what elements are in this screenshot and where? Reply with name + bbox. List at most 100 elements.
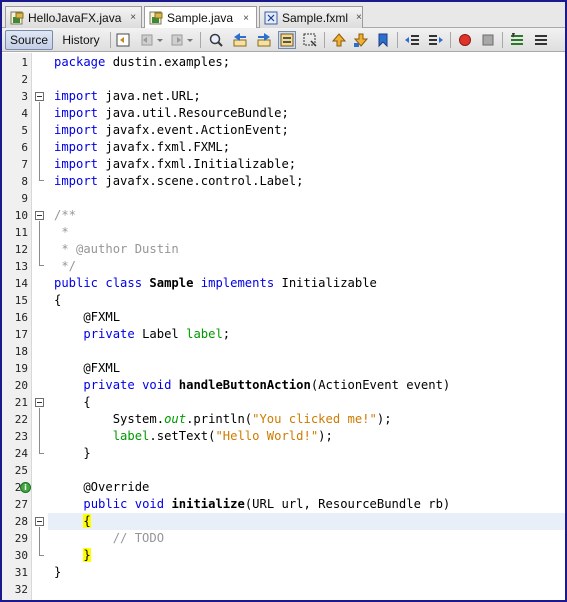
code-line: private Label label;	[54, 326, 230, 343]
code-token: javafx.fxml.FXML;	[98, 140, 231, 154]
code-token: /**	[54, 208, 77, 222]
line-number: 8	[21, 175, 28, 188]
shift-line-left-icon[interactable]	[403, 31, 421, 49]
previous-bookmark-icon[interactable]	[330, 31, 348, 49]
code-token: import	[54, 174, 99, 188]
last-edit-icon[interactable]	[114, 31, 132, 49]
back-icon[interactable]	[138, 31, 156, 49]
code-line: import javafx.event.ActionEvent;	[54, 122, 289, 139]
editor-toolbar: Source History	[2, 28, 565, 52]
code-token: .println(	[186, 412, 253, 426]
next-bookmark-icon[interactable]	[352, 31, 370, 49]
code-line: /**	[54, 207, 76, 224]
code-token: initialize	[171, 497, 245, 511]
code-token: javafx.scene.control.Label;	[98, 174, 304, 188]
code-token: (URL url, ResourceBundle rb)	[244, 497, 451, 511]
override-annotation-icon[interactable]: i	[20, 482, 31, 493]
code-token: Sample	[149, 276, 194, 290]
line-number: 12	[14, 243, 28, 256]
find-previous-icon[interactable]	[231, 31, 249, 49]
comment-icon[interactable]	[508, 31, 526, 49]
tab-sample-fxml[interactable]: Sample.fxml ×	[259, 6, 363, 28]
code-line: import javafx.fxml.Initializable;	[54, 156, 296, 173]
code-line: System.out.println("You clicked me!");	[54, 411, 392, 428]
code-token: void	[142, 378, 172, 392]
line-number: 14	[14, 277, 28, 290]
code-line: @Override	[54, 479, 149, 496]
fold-guide	[39, 221, 40, 265]
current-line-highlight	[48, 513, 565, 530]
fold-toggle-icon[interactable]	[35, 92, 44, 101]
code-line: package dustin.examples;	[54, 54, 230, 71]
line-number: 25	[14, 464, 28, 477]
line-number: 27	[14, 498, 28, 511]
toggle-rectangular-selection-icon[interactable]	[301, 31, 319, 49]
source-view-button[interactable]: Source	[5, 30, 53, 50]
line-number: 17	[14, 328, 28, 341]
code-token: ;	[222, 327, 231, 341]
toolbar-separator	[110, 32, 111, 48]
fold-toggle-icon[interactable]	[35, 211, 44, 220]
fold-guide	[39, 408, 40, 453]
tab-sample-java[interactable]: Sample.java ×	[144, 6, 257, 29]
start-macro-recording-icon[interactable]	[456, 31, 474, 49]
code-line: }	[54, 564, 61, 581]
uncomment-icon[interactable]	[532, 31, 550, 49]
code-token: .setText(	[149, 429, 216, 443]
fold-end-marker	[39, 555, 44, 556]
line-number: 23	[14, 430, 28, 443]
fold-toggle-icon[interactable]	[35, 398, 44, 407]
code-line: import javafx.scene.control.Label;	[54, 173, 303, 190]
tab-hellojavafx-java[interactable]: HelloJavaFX.java ×	[5, 6, 142, 28]
line-number: 11	[14, 226, 28, 239]
line-number: 32	[14, 583, 28, 596]
line-number: 3	[21, 90, 28, 103]
shift-line-right-icon[interactable]	[427, 31, 445, 49]
line-number: 6	[21, 141, 28, 154]
code-token: public	[83, 497, 128, 511]
back-dropdown-icon[interactable]	[156, 31, 164, 49]
code-editor[interactable]: 1 2 3 4 5 6 7 8 9 10 11 12 13 14 15 16 17 18 19 20 21 22 23 24 2…	[2, 53, 565, 600]
fold-toggle-icon[interactable]	[35, 517, 44, 526]
stop-macro-recording-icon[interactable]	[479, 31, 497, 49]
close-tab-icon[interactable]: ×	[129, 12, 137, 23]
close-tab-icon[interactable]: ×	[241, 13, 251, 24]
line-number: 19	[14, 362, 28, 375]
code-line: import javafx.fxml.FXML;	[54, 139, 230, 156]
toolbar-separator	[397, 32, 398, 48]
find-icon[interactable]	[207, 31, 225, 49]
toolbar-separator	[324, 32, 325, 48]
fold-guide	[39, 102, 40, 180]
code-line: }	[54, 445, 90, 462]
editor-window: HelloJavaFX.java × Sample.java × Sample.…	[0, 0, 567, 602]
line-number: 22	[14, 413, 28, 426]
history-view-button[interactable]: History	[57, 30, 105, 50]
line-number: 20	[14, 379, 28, 392]
line-number: 7	[21, 158, 28, 171]
toggle-highlight-search-icon[interactable]	[278, 31, 296, 49]
forward-dropdown-icon[interactable]	[186, 31, 194, 49]
toggle-bookmark-icon[interactable]	[374, 31, 392, 49]
code-line: @FXML	[54, 360, 120, 377]
line-number-gutter: 1 2 3 4 5 6 7 8 9 10 11 12 13 14 15 16 17 18 19 20 21 22 23 24 2…	[2, 53, 32, 600]
forward-icon[interactable]	[168, 31, 186, 49]
close-tab-icon[interactable]: ×	[356, 12, 362, 23]
code-token: import	[54, 89, 99, 103]
toolbar-separator	[450, 32, 451, 48]
line-number: 5	[21, 124, 28, 137]
code-line: @FXML	[54, 309, 120, 326]
find-next-icon[interactable]	[255, 31, 273, 49]
code-token: Label	[134, 327, 187, 341]
code-token: Initializable	[274, 276, 377, 290]
code-token: javafx.event.ActionEvent;	[98, 123, 289, 137]
code-line: */	[54, 258, 76, 275]
code-token: label	[112, 429, 150, 443]
toolbar-separator	[502, 32, 503, 48]
tab-label: Sample.fxml	[282, 10, 349, 25]
code-token: @Override	[54, 480, 150, 494]
code-token: import	[54, 123, 99, 137]
